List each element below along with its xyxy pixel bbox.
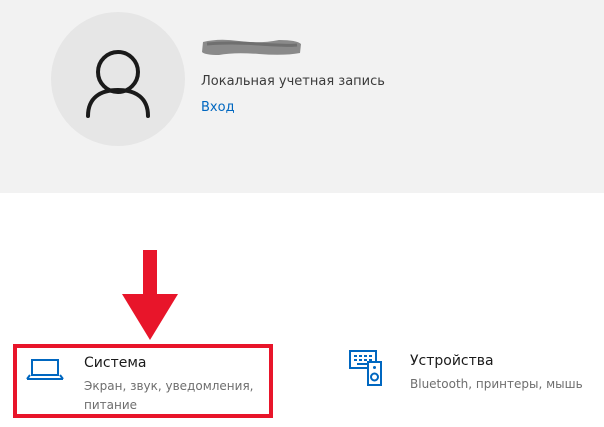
- settings-tile-devices[interactable]: Устройства Bluetooth, принтеры, мышь: [345, 344, 604, 418]
- tile-description-system: Экран, звук, уведомления, питание: [84, 379, 254, 412]
- tile-description-devices: Bluetooth, принтеры, мышь: [410, 377, 583, 391]
- user-icon: [86, 50, 150, 118]
- tile-title-system: Система: [84, 355, 147, 371]
- sign-in-link[interactable]: Вход: [201, 100, 235, 115]
- red-down-arrow-icon: [122, 250, 178, 340]
- devices-icon: [349, 350, 382, 386]
- laptop-icon: [26, 359, 64, 380]
- settings-tile-system[interactable]: Система Экран, звук, уведомления, питани…: [13, 344, 273, 418]
- avatar[interactable]: [51, 12, 185, 146]
- account-panel: Локальная учетная запись Вход: [0, 0, 604, 193]
- account-type-label: Локальная учетная запись: [201, 74, 385, 89]
- tile-title-devices: Устройства: [410, 353, 494, 369]
- user-name-redacted: [202, 39, 301, 55]
